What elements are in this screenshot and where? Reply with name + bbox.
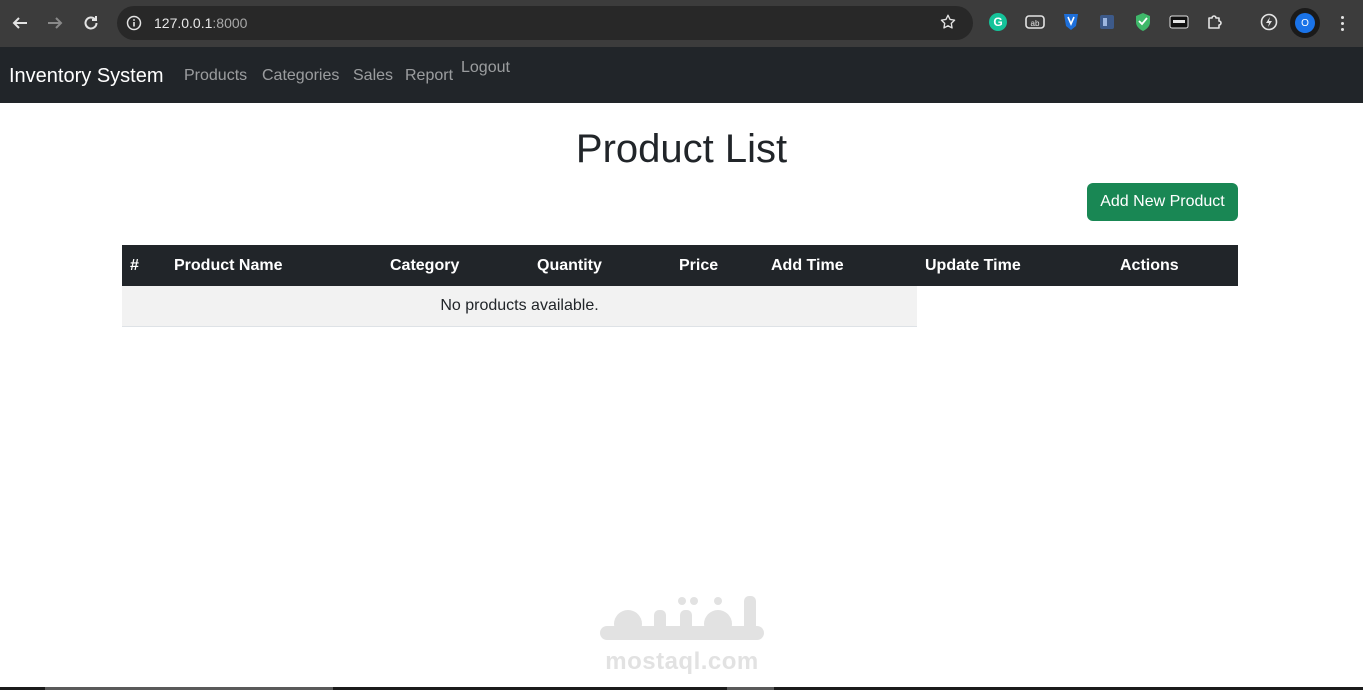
column-header-number: #: [130, 257, 139, 274]
puzzle-extensions-icon[interactable]: [1204, 11, 1226, 33]
column-header-price: Price: [679, 257, 719, 274]
page-title: Product List: [575, 127, 788, 171]
nav-link-sales[interactable]: Sales: [353, 67, 393, 85]
column-header-quantity: Quantity: [537, 257, 602, 274]
column-header-product-name: Product Name: [174, 257, 283, 274]
column-header-category: Category: [390, 257, 460, 274]
profile-avatar[interactable]: O: [1290, 8, 1320, 38]
url-text: 127.0.0.1:8000: [154, 15, 247, 31]
mostaql-watermark-logo: [600, 596, 764, 640]
add-new-product-button[interactable]: Add New Product: [1087, 183, 1238, 221]
browser-menu-icon[interactable]: [1332, 11, 1352, 35]
navbar-brand[interactable]: Inventory System: [9, 65, 164, 88]
nav-link-report[interactable]: Report: [405, 67, 453, 85]
column-header-add-time: Add Time: [771, 257, 844, 274]
table-header-row: # Product Name Category Quantity Price A…: [122, 245, 1238, 286]
speed-icon[interactable]: [1258, 11, 1280, 33]
svg-text:G: G: [993, 15, 1002, 29]
reload-icon: [84, 16, 98, 30]
empty-table-message: No products available.: [122, 286, 917, 327]
nav-link-categories[interactable]: Categories: [262, 67, 339, 85]
back-button[interactable]: [2, 5, 38, 41]
forward-arrow-icon: [48, 17, 63, 29]
profile-initial: O: [1295, 13, 1315, 33]
vpn-shield-icon[interactable]: [1132, 11, 1154, 33]
mostaql-watermark-text: mostaql.com: [605, 648, 759, 675]
site-info-icon[interactable]: [125, 14, 143, 32]
browser-toolbar: 127.0.0.1:8000 G ab O: [0, 0, 1363, 47]
address-bar[interactable]: 127.0.0.1:8000: [117, 6, 973, 40]
column-header-actions: Actions: [1120, 257, 1179, 274]
column-header-update-time: Update Time: [925, 257, 1021, 274]
nav-link-logout[interactable]: Logout: [461, 59, 510, 77]
back-arrow-icon: [12, 17, 27, 29]
nav-link-products[interactable]: Products: [184, 67, 247, 85]
translate-icon[interactable]: ab: [1024, 11, 1046, 33]
forward-button[interactable]: [37, 5, 73, 41]
reload-button[interactable]: [73, 5, 109, 41]
svg-text:ab: ab: [1031, 19, 1040, 28]
bookmark-star-icon[interactable]: [939, 13, 959, 33]
url-port: :8000: [212, 15, 248, 31]
shield-icon[interactable]: [1060, 11, 1082, 33]
ticket-icon[interactable]: [1168, 11, 1190, 33]
reader-icon[interactable]: [1096, 11, 1118, 33]
url-host: 127.0.0.1: [154, 15, 213, 31]
grammarly-icon[interactable]: G: [987, 11, 1009, 33]
app-navbar: Inventory System Products Categories Sal…: [0, 47, 1363, 103]
